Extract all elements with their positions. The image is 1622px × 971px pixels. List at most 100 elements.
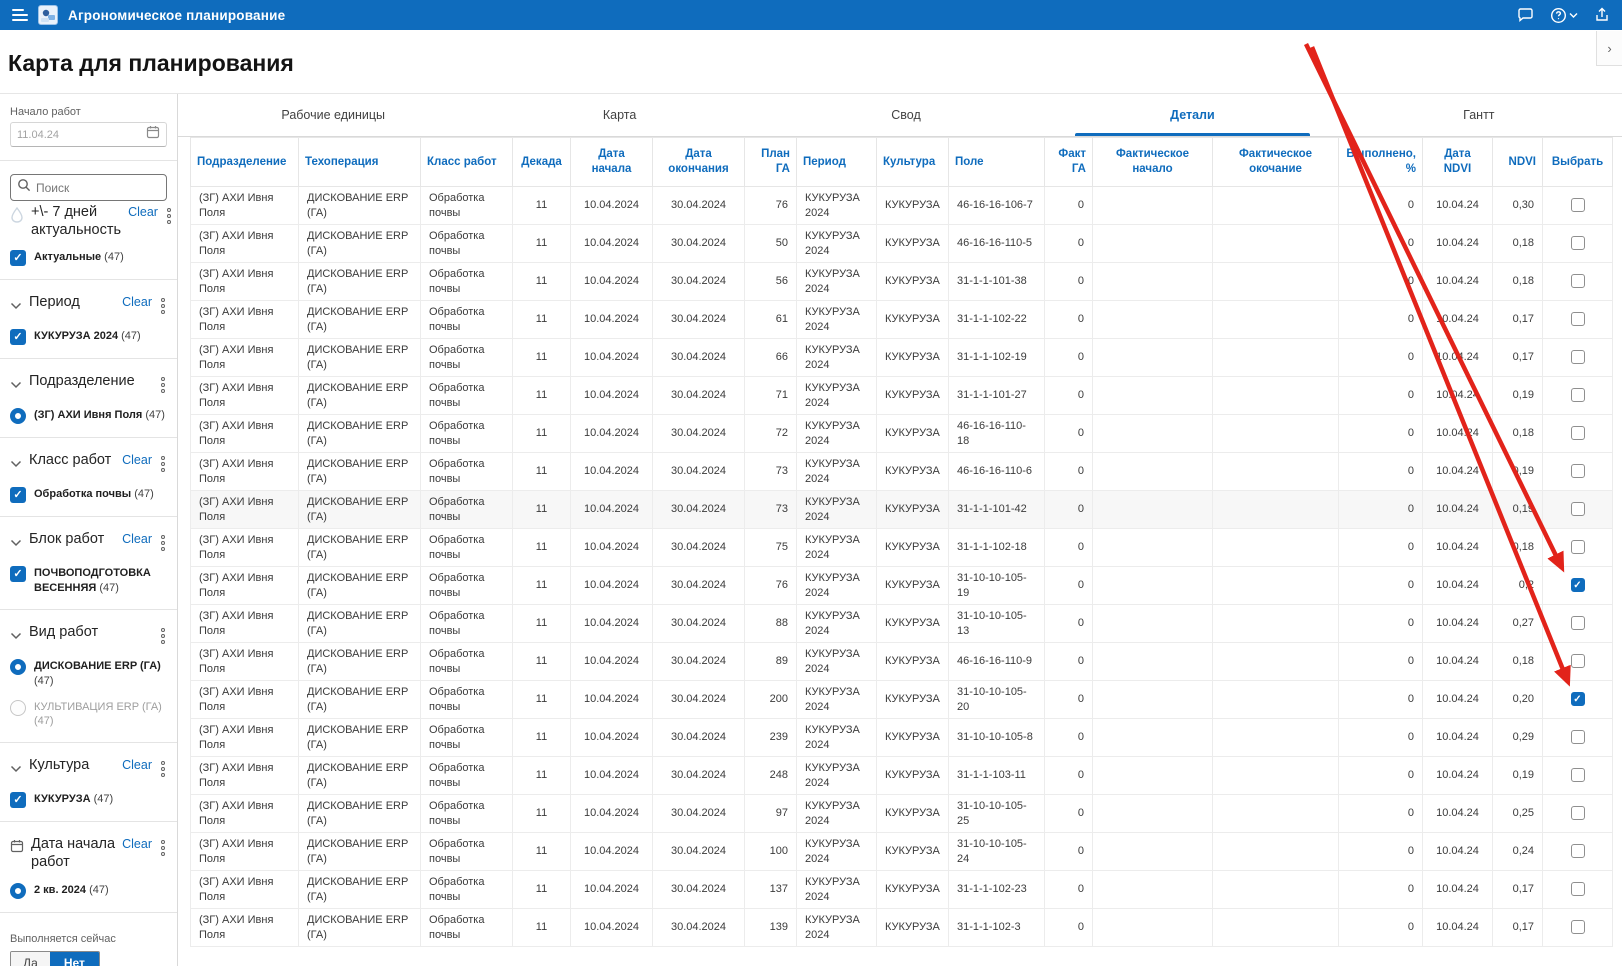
chevron-icon[interactable] (10, 760, 22, 778)
tab-summary[interactable]: Свод (763, 94, 1049, 136)
row-select-checkbox[interactable]: ✓ (1571, 692, 1585, 706)
row-select-checkbox[interactable] (1571, 654, 1585, 668)
column-header-crop[interactable]: Культура (877, 138, 949, 187)
clear-link[interactable]: Clear (122, 453, 152, 467)
row-select-checkbox[interactable] (1571, 426, 1585, 440)
column-header-plan-ha[interactable]: План ГА (745, 138, 797, 187)
filter-option[interactable]: ✓КУКУРУЗА (47) (10, 792, 167, 808)
column-header-start-date[interactable]: Дата начала (571, 138, 653, 187)
tab-map[interactable]: Карта (476, 94, 762, 136)
checkbox-checked-icon[interactable]: ✓ (10, 566, 26, 582)
filter-option[interactable]: ✓Обработка почвы (47) (10, 487, 167, 503)
chevron-icon[interactable] (10, 376, 22, 394)
help-icon[interactable] (1550, 7, 1578, 24)
row-select-checkbox[interactable] (1571, 388, 1585, 402)
row-select-checkbox[interactable] (1571, 616, 1585, 630)
cell-ndvi: 0,19 (1493, 453, 1543, 491)
column-header-operation[interactable]: Техоперация (299, 138, 421, 187)
search-box[interactable] (10, 174, 167, 201)
cell-unit: (ЗГ) АХИ Ивня Поля (191, 871, 299, 909)
kebab-menu-icon[interactable] (159, 373, 167, 397)
row-select-checkbox[interactable] (1571, 882, 1585, 896)
column-header-ndvi[interactable]: NDVI (1493, 138, 1543, 187)
clear-link[interactable]: Clear (122, 295, 152, 309)
radio-button[interactable] (10, 408, 26, 424)
filter-option[interactable]: ДИСКОВАНИЕ ERP (ГА) (47) (10, 659, 167, 689)
row-select-checkbox[interactable] (1571, 464, 1585, 478)
column-header-done-pct[interactable]: Выполнено, % (1339, 138, 1423, 187)
clear-link[interactable]: Clear (122, 837, 152, 851)
row-select-checkbox[interactable] (1571, 502, 1585, 516)
column-header-ndvi-date[interactable]: Дата NDVI (1423, 138, 1493, 187)
row-select-checkbox[interactable] (1571, 236, 1585, 250)
toggle-yes-button[interactable]: Да (11, 952, 50, 966)
kebab-menu-icon[interactable] (159, 452, 167, 476)
cell-plan-ha: 73 (745, 453, 797, 491)
row-select-checkbox[interactable] (1571, 312, 1585, 326)
menu-icon[interactable] (12, 9, 28, 21)
collapse-panel-button[interactable]: › (1596, 31, 1622, 66)
tab-work-units[interactable]: Рабочие единицы (190, 94, 476, 136)
tab-details[interactable]: Детали (1049, 94, 1335, 136)
row-select-checkbox[interactable] (1571, 350, 1585, 364)
filter-option[interactable]: 2 кв. 2024 (47) (10, 883, 167, 899)
chevron-icon[interactable] (10, 627, 22, 645)
chevron-icon[interactable] (10, 297, 22, 315)
clear-link[interactable]: Clear (122, 758, 152, 772)
kebab-menu-icon[interactable] (165, 204, 173, 228)
column-header-period[interactable]: Период (797, 138, 877, 187)
search-input[interactable] (36, 181, 146, 195)
calendar-icon[interactable] (146, 125, 160, 144)
cell-done-pct: 0 (1339, 529, 1423, 567)
kebab-menu-icon[interactable] (159, 836, 167, 860)
clear-link[interactable]: Clear (128, 205, 158, 219)
checkbox-checked-icon[interactable]: ✓ (10, 250, 26, 266)
start-work-date-input[interactable]: 11.04.24 (10, 122, 167, 147)
cell-actual-end (1213, 377, 1339, 415)
radio-button[interactable] (10, 883, 26, 899)
checkbox-checked-icon[interactable]: ✓ (10, 329, 26, 345)
radio-button[interactable] (10, 700, 26, 716)
share-icon[interactable] (1594, 7, 1610, 23)
tab-gantt[interactable]: Гантт (1336, 94, 1622, 136)
filter-option[interactable]: ✓Актуальные (47) (10, 250, 167, 266)
column-header-field[interactable]: Поле (949, 138, 1045, 187)
kebab-menu-icon[interactable] (159, 531, 167, 555)
kebab-menu-icon[interactable] (159, 757, 167, 781)
row-select-checkbox[interactable] (1571, 274, 1585, 288)
row-select-checkbox[interactable] (1571, 540, 1585, 554)
cell-decade: 11 (513, 377, 571, 415)
row-select-checkbox[interactable] (1571, 198, 1585, 212)
filter-option[interactable]: (ЗГ) АХИ Ивня Поля (47) (10, 408, 167, 424)
row-select-checkbox[interactable] (1571, 920, 1585, 934)
chat-icon[interactable] (1517, 7, 1534, 23)
column-header-actual-end[interactable]: Фактическое окочание (1213, 138, 1339, 187)
column-header-work-class[interactable]: Класс работ (421, 138, 513, 187)
row-select-checkbox[interactable]: ✓ (1571, 578, 1585, 592)
kebab-menu-icon[interactable] (159, 624, 167, 648)
chevron-icon[interactable] (10, 455, 22, 473)
chevron-icon[interactable] (10, 534, 22, 552)
radio-button[interactable] (10, 659, 26, 675)
filter-option[interactable]: ✓ПОЧВОПОДГОТОВКА ВЕСЕННЯЯ (47) (10, 566, 167, 596)
column-header-decade[interactable]: Декада (513, 138, 571, 187)
row-select-checkbox[interactable] (1571, 806, 1585, 820)
column-header-actual-start[interactable]: Фактическое начало (1093, 138, 1213, 187)
filter-option[interactable]: КУЛЬТИВАЦИЯ ERP (ГА) (47) (10, 700, 167, 730)
toggle-no-button[interactable]: Нет (50, 952, 99, 966)
filter-option[interactable]: ✓КУКУРУЗА 2024 (47) (10, 329, 167, 345)
column-header-select[interactable]: Выбрать (1543, 138, 1613, 187)
cell-fact-ha: 0 (1045, 415, 1093, 453)
divider (0, 279, 177, 280)
row-select-checkbox[interactable] (1571, 730, 1585, 744)
column-header-end-date[interactable]: Дата окончания (653, 138, 745, 187)
row-select-checkbox[interactable] (1571, 768, 1585, 782)
column-header-unit[interactable]: Подразделение (191, 138, 299, 187)
clear-link[interactable]: Clear (122, 532, 152, 546)
kebab-menu-icon[interactable] (159, 294, 167, 318)
row-select-checkbox[interactable] (1571, 844, 1585, 858)
checkbox-checked-icon[interactable]: ✓ (10, 792, 26, 808)
cell-period: КУКУРУЗА 2024 (797, 339, 877, 377)
checkbox-checked-icon[interactable]: ✓ (10, 487, 26, 503)
column-header-fact-ha[interactable]: Факт ГА (1045, 138, 1093, 187)
